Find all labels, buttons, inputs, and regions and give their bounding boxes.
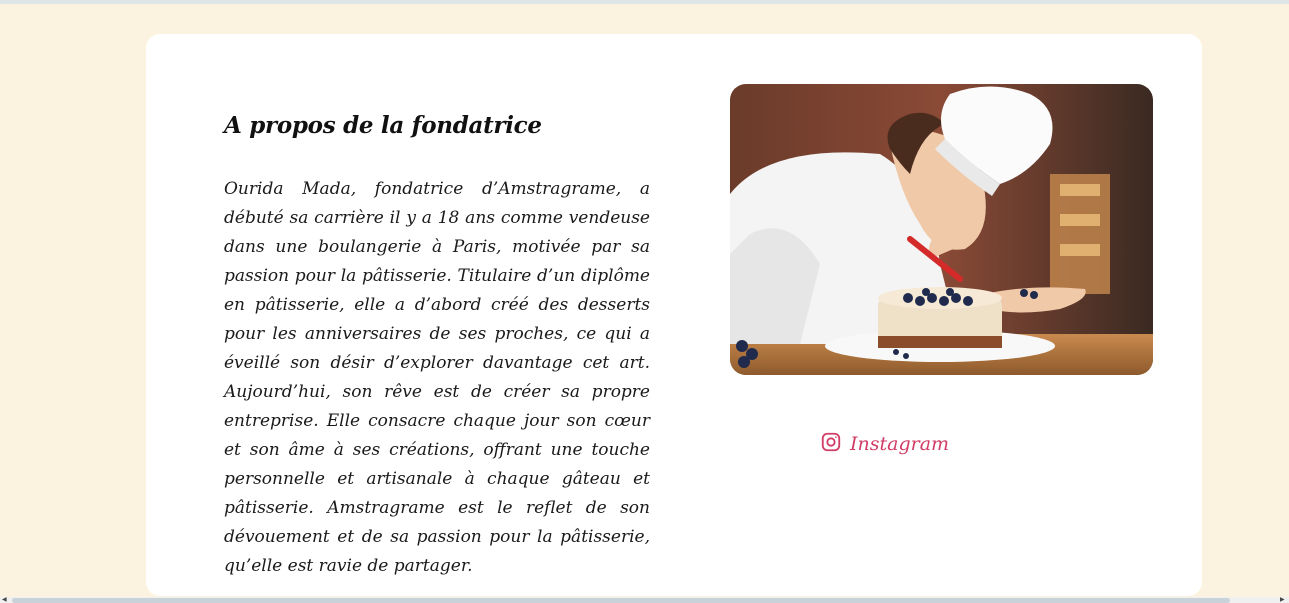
instagram-icon — [820, 431, 842, 457]
scroll-right-icon[interactable]: ▶ — [1280, 597, 1288, 603]
top-border — [0, 0, 1289, 4]
about-bio: Ourida Mada, fondatrice d’Amstragrame, a… — [224, 179, 650, 576]
scrollbar-thumb[interactable] — [12, 598, 1230, 603]
instagram-label: Instagram — [850, 433, 950, 455]
founder-photo — [730, 84, 1153, 375]
instagram-link[interactable]: Instagram — [820, 431, 949, 457]
about-title: A propos de la fondatrice — [224, 112, 542, 139]
horizontal-scrollbar[interactable]: ◀ ▶ — [0, 597, 1289, 603]
scroll-left-icon[interactable]: ◀ — [2, 597, 10, 603]
